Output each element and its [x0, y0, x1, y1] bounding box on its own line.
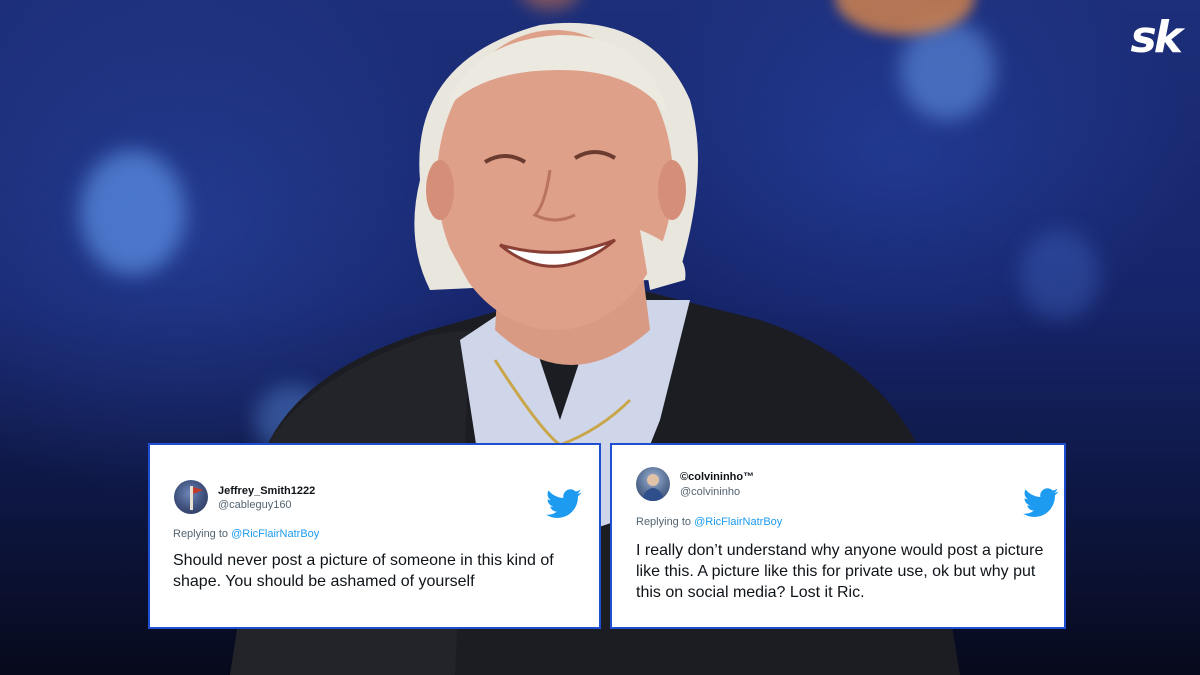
avatar[interactable] — [636, 467, 670, 501]
tweet-card[interactable]: Jeffrey_Smith1222 @cableguy160 Replying … — [148, 443, 601, 629]
replying-label: Replying to — [173, 528, 229, 540]
tweet-card[interactable]: ©colvininho™ @colvininho Replying to @Ri… — [610, 443, 1066, 629]
tweet-text: I really don’t understand why anyone wou… — [636, 542, 1044, 601]
mention-link[interactable]: @RicFlairNatrBoy — [694, 516, 782, 528]
replying-to: Replying to @RicFlairNatrBoy — [636, 516, 782, 528]
mention-link[interactable]: @RicFlairNatrBoy — [231, 528, 319, 540]
tweet-text: Should never post a picture of someone i… — [173, 552, 554, 590]
display-name[interactable]: ©colvininho™ — [680, 471, 754, 483]
twitter-bird-icon — [1023, 488, 1059, 517]
replying-label: Replying to — [636, 516, 692, 528]
display-name[interactable]: Jeffrey_Smith1222 — [218, 485, 315, 497]
sportskeeda-logo[interactable]: sk — [1131, 14, 1183, 62]
hero-image: sk Jeffrey_Smith1222 @cableguy160 Replyi… — [0, 0, 1200, 675]
avatar[interactable] — [174, 480, 208, 514]
twitter-bird-icon — [546, 489, 582, 518]
user-handle[interactable]: @cableguy160 — [218, 499, 292, 511]
user-handle[interactable]: @colvininho — [680, 486, 740, 498]
replying-to: Replying to @RicFlairNatrBoy — [173, 528, 319, 540]
